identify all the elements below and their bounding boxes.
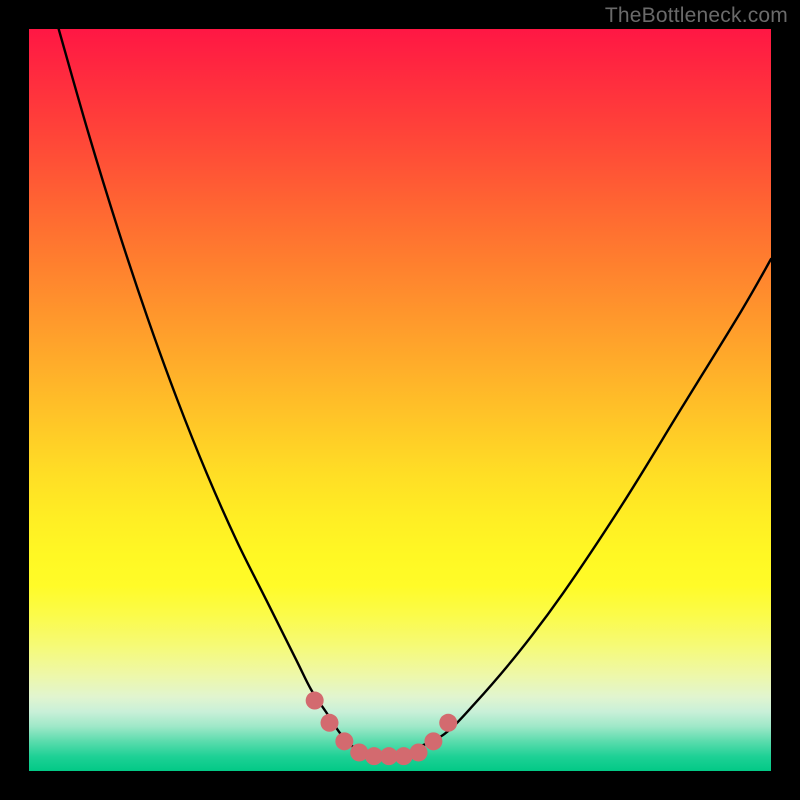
trough-marker bbox=[410, 743, 428, 761]
trough-marker bbox=[424, 732, 442, 750]
curve-layer bbox=[29, 29, 771, 771]
trough-marker bbox=[306, 692, 324, 710]
trough-marker bbox=[321, 714, 339, 732]
bottleneck-curve bbox=[59, 29, 771, 757]
plot-area bbox=[29, 29, 771, 771]
chart-frame: TheBottleneck.com bbox=[0, 0, 800, 800]
trough-marker bbox=[335, 732, 353, 750]
watermark-text: TheBottleneck.com bbox=[605, 4, 788, 28]
trough-marker bbox=[439, 714, 457, 732]
